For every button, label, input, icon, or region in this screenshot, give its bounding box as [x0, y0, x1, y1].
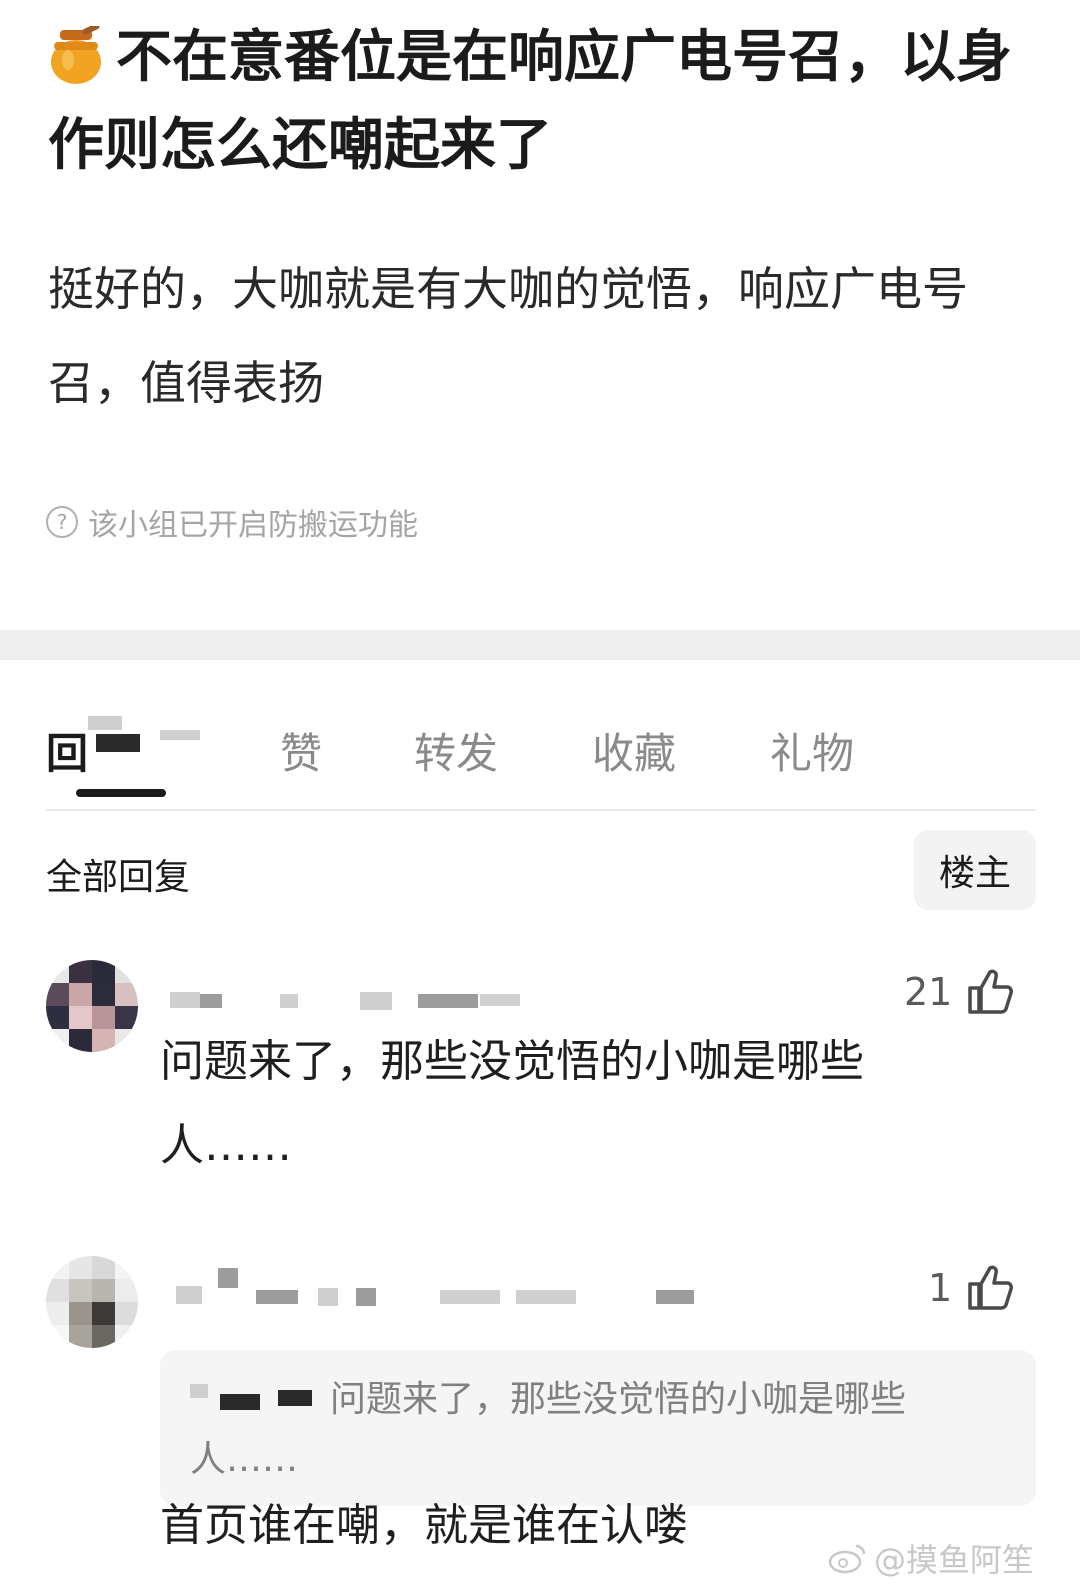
tab-likes[interactable]: 赞	[280, 720, 322, 781]
redaction-mark	[96, 734, 140, 752]
redacted-username	[440, 1290, 500, 1304]
help-circle-icon: ?	[46, 506, 78, 538]
redacted-username	[516, 1290, 576, 1304]
redacted-username	[656, 1290, 694, 1304]
owner-only-filter-button[interactable]: 楼主	[914, 830, 1036, 910]
thumbs-up-icon[interactable]	[966, 966, 1014, 1016]
tab-likes-label: 赞	[280, 729, 323, 778]
like-count: 21	[904, 970, 953, 1014]
thumbs-up-icon[interactable]	[966, 1262, 1014, 1312]
quoted-reply-text: 问题来了，那些没觉悟的小咖是哪些人……	[190, 1379, 907, 1480]
redacted-username	[200, 994, 222, 1008]
redacted-username	[480, 994, 520, 1006]
watermark-text: @摸鱼阿笙	[873, 1541, 1034, 1579]
redaction-mark	[88, 716, 122, 730]
anti-repost-notice[interactable]: ? 该小组已开启防搬运功能	[46, 500, 418, 544]
redacted-username	[256, 1290, 298, 1304]
tab-replies[interactable]: 回	[46, 720, 88, 781]
all-replies-heading: 全部回复	[46, 857, 191, 898]
quoted-reply[interactable]: 问题来了，那些没觉悟的小咖是哪些人……	[160, 1350, 1036, 1506]
avatar[interactable]	[46, 960, 138, 1052]
tab-reposts[interactable]: 转发	[414, 720, 498, 781]
redacted-username	[170, 992, 200, 1008]
post-page: 不在意番位是在响应广电号召，以身作则怎么还嘲起来了 挺好的，大咖就是有大咖的觉悟…	[0, 0, 1080, 1595]
tab-replies-label: 回	[46, 729, 89, 778]
tab-reposts-label: 转发	[414, 729, 499, 778]
avatar[interactable]	[46, 1256, 138, 1348]
notice-text: 该小组已开启防搬运功能	[88, 508, 418, 543]
post-title-text: 不在意番位是在响应广电号召，以身作则怎么还嘲起来了	[48, 25, 1012, 178]
redacted-username	[176, 1286, 202, 1304]
redacted-username	[418, 994, 478, 1008]
redacted-username	[360, 992, 392, 1010]
honey-pot-icon	[51, 26, 101, 84]
comment-text: 问题来了，那些没觉悟的小咖是哪些人……	[160, 1036, 864, 1171]
like-count: 1	[928, 1266, 953, 1310]
post-title: 不在意番位是在响应广电号召，以身作则怎么还嘲起来了	[48, 14, 1038, 190]
redacted-username	[280, 994, 298, 1008]
redacted-username	[356, 1288, 376, 1306]
tab-gifts-label: 礼物	[770, 729, 855, 778]
redacted-username	[218, 1268, 238, 1288]
redaction-mark	[160, 730, 200, 740]
post-tabs: 回 赞 转发 收藏 礼物	[0, 700, 1080, 800]
section-divider	[0, 630, 1080, 660]
post-body: 挺好的，大咖就是有大咖的觉悟，响应广电号召，值得表扬	[48, 262, 968, 410]
tab-favorites[interactable]: 收藏	[592, 720, 676, 781]
weibo-logo-icon	[828, 1544, 866, 1574]
active-tab-indicator	[76, 789, 166, 797]
redacted-username	[318, 1288, 338, 1306]
comment-text: 首页谁在嘲，就是谁在认喽	[160, 1500, 688, 1551]
tab-gifts[interactable]: 礼物	[770, 720, 854, 781]
watermark: @摸鱼阿笙	[828, 1535, 1034, 1581]
tabs-divider	[46, 809, 1036, 811]
tab-favorites-label: 收藏	[592, 729, 677, 778]
